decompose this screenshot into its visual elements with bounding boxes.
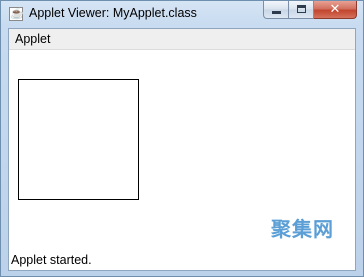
caption-buttons: ✕ [263, 1, 357, 21]
maximize-icon [297, 5, 306, 13]
applet-viewer-window: ☕ Applet Viewer: MyApplet.class ✕ Applet… [0, 0, 364, 277]
drawn-rectangle [18, 79, 139, 200]
close-button[interactable]: ✕ [314, 1, 357, 19]
watermark-logo: 聚集网 [271, 217, 334, 241]
minimize-icon [272, 11, 281, 14]
window-title: Applet Viewer: MyApplet.class [29, 6, 197, 20]
minimize-button[interactable] [263, 1, 289, 19]
title-bar[interactable]: ☕ Applet Viewer: MyApplet.class ✕ [1, 1, 363, 28]
maximize-button[interactable] [289, 1, 314, 19]
close-icon: ✕ [329, 2, 341, 17]
java-icon: ☕ [9, 7, 24, 21]
status-text: Applet started. [11, 253, 92, 267]
menu-bar: Applet [9, 29, 355, 50]
menu-applet[interactable]: Applet [15, 32, 50, 46]
